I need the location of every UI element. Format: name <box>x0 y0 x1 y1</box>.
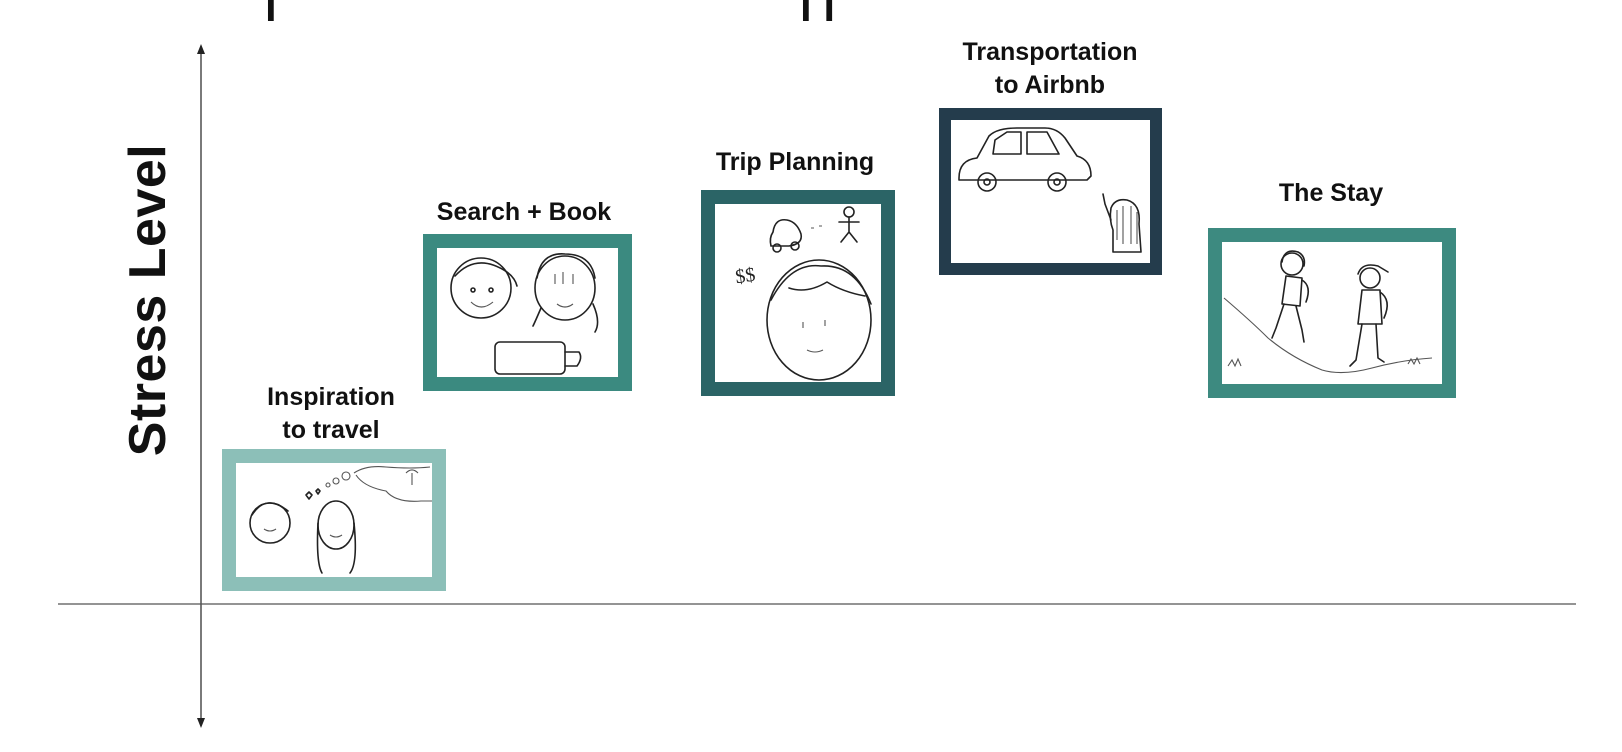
stage-title-inspiration: Inspiration to travel <box>267 383 395 444</box>
svg-text:$$: $$ <box>734 264 757 289</box>
stage-title-trip-planning: Trip Planning <box>715 148 875 176</box>
customer-journey-diagram: ı ı ı Stress Level Inspiration to travel… <box>0 0 1622 752</box>
friends-dreaming-of-beach-icon <box>249 466 432 574</box>
stage-frame-the-stay <box>1208 228 1456 398</box>
car-and-traveler-icon <box>958 127 1142 253</box>
friends-with-laptop-icon <box>450 253 599 375</box>
stage-frame-inspiration <box>222 449 446 591</box>
stage-title-transportation: Transportation to Airbnb <box>962 38 1138 99</box>
friends-hiking-icon <box>1223 250 1433 374</box>
stage-frame-search-book <box>423 234 632 391</box>
y-axis-title: Stress Level <box>119 143 177 457</box>
stage-frame-transportation <box>939 108 1162 275</box>
y-axis-arrow-up <box>197 44 205 54</box>
y-axis-arrow-down <box>197 718 205 728</box>
stage-frame-trip-planning: $$ <box>701 190 895 396</box>
stage-title-the-stay: The Stay <box>1278 179 1384 207</box>
person-planning-costs-icon: $$ <box>734 206 872 381</box>
stage-title-search-book: Search + Book <box>436 198 612 226</box>
